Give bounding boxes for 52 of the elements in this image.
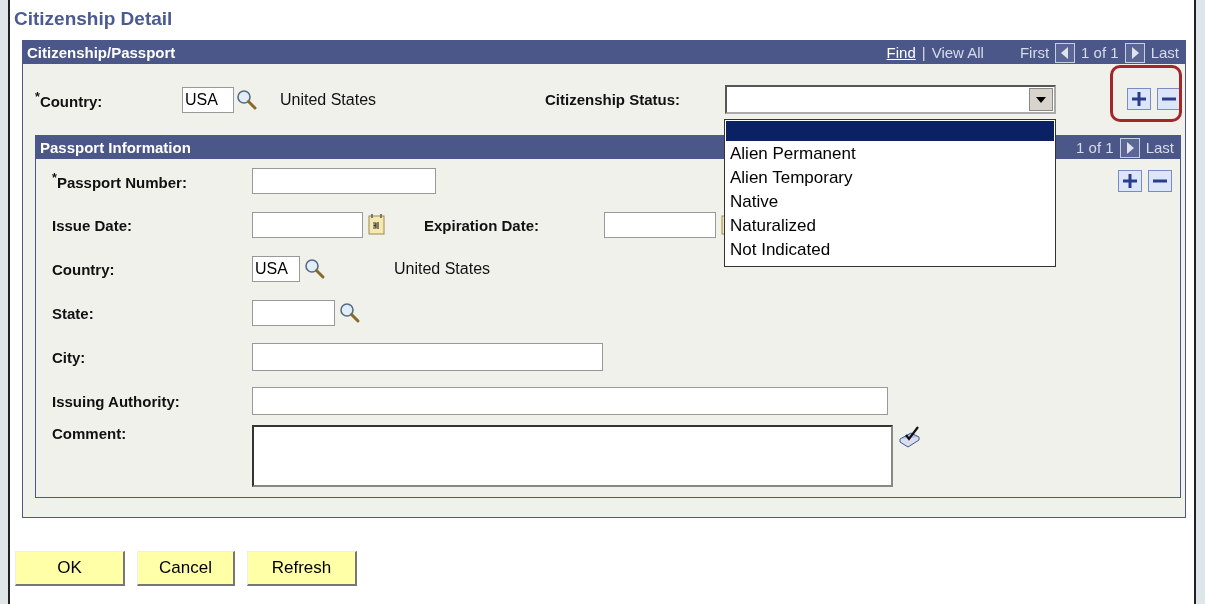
dropdown-option[interactable]: Native bbox=[725, 190, 1055, 214]
text-field[interactable] bbox=[252, 343, 603, 371]
find-link[interactable]: Find bbox=[886, 44, 916, 61]
add-row-icon[interactable] bbox=[1127, 88, 1151, 110]
field-label: State: bbox=[52, 304, 95, 322]
field-label: $^{*}$Passport Number: bbox=[52, 171, 188, 191]
citizenship-status-dropdown[interactable] bbox=[725, 85, 1056, 114]
add-row-icon[interactable] bbox=[1118, 170, 1142, 192]
action-button[interactable]: OK bbox=[15, 551, 125, 586]
dropdown-caret-icon bbox=[1036, 96, 1046, 103]
calendar-icon[interactable] bbox=[367, 213, 387, 237]
date-field[interactable] bbox=[604, 212, 716, 238]
field-label: Citizenship Status: bbox=[545, 91, 681, 108]
dropdown-option[interactable]: Alien Temporary bbox=[725, 166, 1055, 190]
field-label: Issue Date: bbox=[52, 216, 134, 234]
spell-check-icon[interactable] bbox=[897, 425, 921, 449]
comment-field[interactable] bbox=[252, 425, 893, 487]
last-link[interactable]: Last bbox=[1145, 139, 1174, 156]
highlight-frame bbox=[1110, 65, 1182, 122]
field-label: Country: bbox=[52, 260, 116, 278]
section-title: Passport Information bbox=[40, 139, 191, 156]
field-label: Comment: bbox=[52, 424, 128, 444]
page-title: Citizenship Detail bbox=[14, 8, 173, 29]
section-title: Citizenship/Passport bbox=[27, 44, 176, 61]
view-all-link[interactable]: View All bbox=[931, 44, 984, 61]
text-field[interactable] bbox=[252, 387, 888, 415]
dropdown-option[interactable]: Alien Permanent bbox=[725, 142, 1055, 166]
country-description: United States bbox=[394, 260, 491, 278]
last-link[interactable]: Last bbox=[1150, 44, 1179, 61]
record-count: 1 of 1 bbox=[1081, 44, 1119, 61]
search-icon[interactable] bbox=[304, 258, 326, 280]
country-field[interactable]: USA bbox=[182, 86, 234, 113]
delete-row-icon[interactable] bbox=[1157, 88, 1181, 110]
action-button[interactable]: Refresh bbox=[247, 551, 357, 586]
record-count: 1 of 1 bbox=[1076, 139, 1114, 156]
field-label: City: bbox=[52, 348, 87, 366]
link-separator: | bbox=[921, 44, 926, 61]
lookup-field[interactable]: USA bbox=[252, 256, 300, 282]
country-description: United States bbox=[280, 90, 378, 109]
lookup-field[interactable] bbox=[252, 300, 335, 326]
action-button[interactable]: Cancel bbox=[137, 551, 235, 586]
field-label: Issuing Authority: bbox=[52, 392, 181, 410]
dropdown-option[interactable]: Naturalized bbox=[725, 214, 1055, 238]
text-field[interactable] bbox=[252, 168, 436, 194]
dropdown-option[interactable]: Not Indicated bbox=[725, 238, 1055, 262]
field-label: $^{*}$Country: bbox=[35, 89, 104, 110]
search-icon[interactable] bbox=[339, 302, 361, 324]
date-field[interactable] bbox=[252, 212, 363, 238]
delete-row-icon[interactable] bbox=[1148, 170, 1172, 192]
field-label: Expiration Date: bbox=[424, 216, 541, 234]
search-icon[interactable] bbox=[236, 88, 258, 111]
first-link[interactable]: First bbox=[1019, 44, 1050, 61]
